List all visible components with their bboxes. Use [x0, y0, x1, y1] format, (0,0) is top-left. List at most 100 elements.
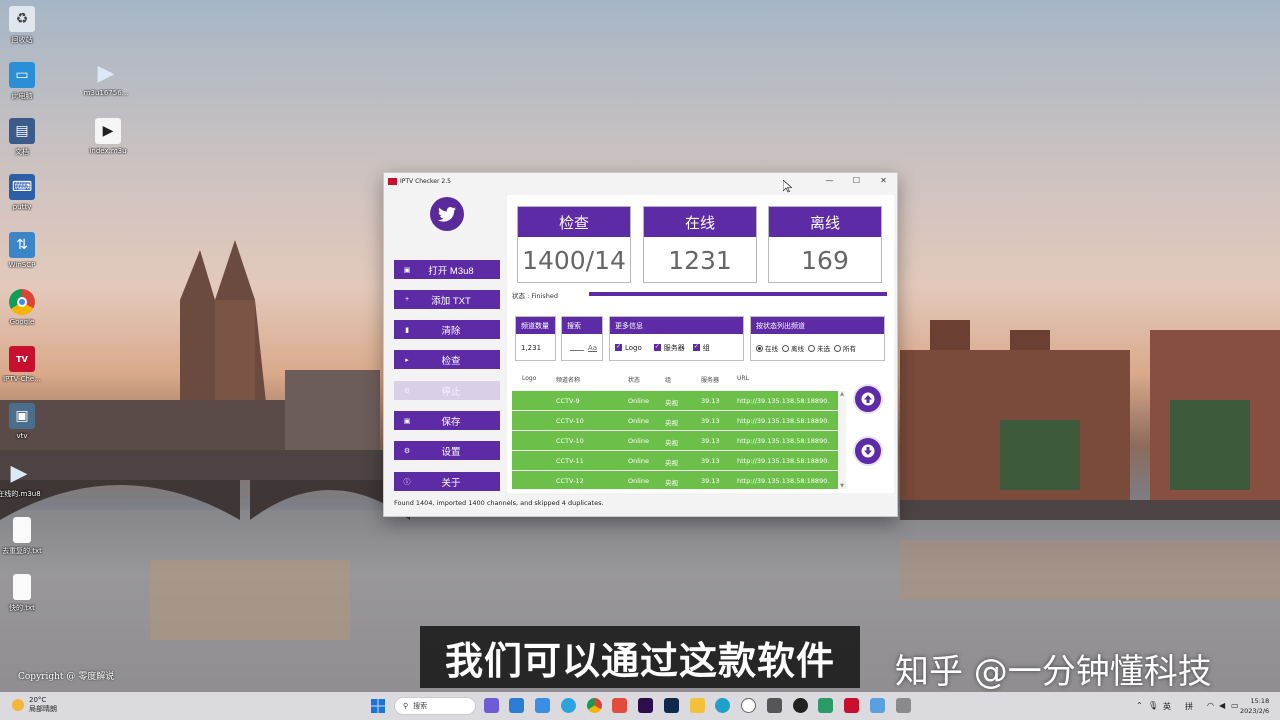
- trash-icon: ▮: [405, 326, 409, 334]
- stat-check-label: 检查: [518, 207, 630, 237]
- clear-button[interactable]: ▮ 清除: [394, 320, 500, 339]
- filter-online-radio[interactable]: 在线: [756, 343, 778, 353]
- play-icon: ▶: [97, 60, 115, 86]
- group-checkbox[interactable]: 组: [692, 343, 710, 353]
- search-input[interactable]: [569, 345, 584, 351]
- photoshop-app-icon[interactable]: [664, 698, 679, 713]
- desktop-icon-documents[interactable]: ▤ 文档: [0, 118, 52, 157]
- desktop-icon-iptv-checker[interactable]: TV IPTV-Che...: [0, 346, 52, 383]
- stat-online: 在线 1231: [643, 206, 757, 283]
- logo-checkbox[interactable]: Logo: [615, 343, 642, 352]
- move-up-button[interactable]: [853, 384, 883, 414]
- col-status[interactable]: 状态: [628, 375, 640, 384]
- twitter-icon[interactable]: [430, 197, 464, 231]
- progress-bar: [589, 292, 887, 296]
- system-clock[interactable]: 15:18 2023/2/6: [1240, 696, 1269, 716]
- text-file-icon: [13, 574, 31, 600]
- teams-app-icon[interactable]: [484, 698, 499, 713]
- taskbar-search[interactable]: ⚲ 搜索: [394, 697, 476, 715]
- more-info-title: 更多信息: [610, 317, 743, 334]
- volume-icon[interactable]: ◀: [1219, 701, 1225, 710]
- col-logo[interactable]: Logo: [522, 375, 536, 382]
- window-title: IPTV Checker 2.5: [400, 177, 451, 185]
- col-server[interactable]: 服务器: [701, 375, 719, 384]
- table-scrollbar[interactable]: ▲ ▼: [838, 391, 846, 489]
- desktop-icon-fast-txt[interactable]: 快的.txt: [0, 574, 52, 613]
- match-case-icon[interactable]: Aa: [588, 344, 597, 352]
- move-down-button[interactable]: [853, 436, 883, 466]
- desktop-icon-online-m3u8[interactable]: ▶ 在线的.m3u8: [0, 460, 49, 499]
- app-icon[interactable]: [896, 698, 911, 713]
- col-group[interactable]: 组: [665, 375, 671, 384]
- status-filter-group: 按状态列出频道 在线 离线 未选 所有: [750, 316, 885, 361]
- folder-icon: ▤: [9, 118, 35, 144]
- wifi-icon[interactable]: ◠: [1207, 701, 1214, 710]
- iptv-checker-taskbar-icon[interactable]: [844, 698, 859, 713]
- table-row[interactable]: CCTV-10Online央视39.135http://39.135.138.5…: [512, 431, 838, 451]
- telegram-app-icon[interactable]: [561, 698, 576, 713]
- ime-mode-indicator[interactable]: 拼: [1185, 701, 1193, 712]
- server-checkbox[interactable]: 服务器: [653, 343, 685, 353]
- desktop-icon-google-chrome[interactable]: Google: [0, 289, 52, 326]
- photos-app-icon[interactable]: [767, 698, 782, 713]
- about-button[interactable]: ⓘ 关于: [394, 472, 500, 491]
- minimize-button[interactable]: —: [816, 173, 843, 189]
- search-title: 搜索: [562, 317, 602, 334]
- save-button[interactable]: ▣ 保存: [394, 411, 500, 430]
- ime-lang-indicator[interactable]: 英: [1163, 701, 1171, 712]
- media-player-icon[interactable]: [741, 698, 756, 713]
- table-row[interactable]: CCTV-12Online央视39.135http://39.135.138.5…: [512, 471, 838, 489]
- table-row[interactable]: CCTV-10Online央视39.135http://39.135.138.5…: [512, 411, 838, 431]
- save-icon: ▣: [403, 417, 411, 425]
- table-row[interactable]: CCTV-11Online央视39.135http://39.135.138.5…: [512, 451, 838, 471]
- maximize-button[interactable]: ☐: [843, 173, 870, 189]
- weather-widget[interactable]: 20°C 局部晴朗: [12, 696, 57, 714]
- check-button[interactable]: ▸ 检查: [394, 350, 500, 369]
- microphone-icon[interactable]: 🎙︎: [1148, 701, 1158, 710]
- remote-desktop-icon[interactable]: [870, 698, 885, 713]
- desktop-icon-recycle-bin[interactable]: ♻ 回收站: [0, 6, 52, 45]
- add-txt-button[interactable]: + 添加 TXT: [394, 290, 500, 309]
- edge-app-icon[interactable]: [715, 698, 730, 713]
- windows-start-icon[interactable]: [371, 699, 385, 713]
- mail-app-icon[interactable]: [509, 698, 524, 713]
- col-url[interactable]: URL: [737, 375, 749, 382]
- desktop-icon-dedup-txt[interactable]: 去重复的.txt: [0, 517, 52, 556]
- obs-app-icon[interactable]: [793, 698, 808, 713]
- channel-table: CCTV-9Online央视39.135http://39.135.138.58…: [512, 391, 838, 489]
- scroll-down-icon[interactable]: ▼: [838, 483, 846, 489]
- col-name[interactable]: 频道名称: [556, 375, 580, 384]
- channel-count-value: 1,231: [521, 343, 542, 352]
- open-m3u8-button[interactable]: ▣ 打开 M3u8: [394, 260, 500, 279]
- table-row[interactable]: CCTV-9Online央视39.135http://39.135.138.58…: [512, 391, 838, 411]
- window-titlebar[interactable]: IPTV Checker 2.5 — ☐ ✕: [384, 173, 897, 189]
- premiere-app-icon[interactable]: [638, 698, 653, 713]
- filter-all-radio[interactable]: 所有: [834, 343, 856, 353]
- desktop-icon-vtv[interactable]: ▣ vtv: [0, 403, 52, 440]
- desktop-icon-m3u-file[interactable]: ▶ m3u16756...: [76, 60, 136, 98]
- chevron-up-icon[interactable]: ⌃: [1136, 701, 1143, 710]
- scroll-up-icon[interactable]: ▲: [838, 391, 846, 397]
- close-button[interactable]: ✕: [870, 173, 897, 189]
- battery-icon[interactable]: ▭: [1231, 701, 1239, 710]
- vivaldi-app-icon[interactable]: [612, 698, 627, 713]
- settings-button[interactable]: ⚙ 设置: [394, 441, 500, 460]
- filter-offline-radio[interactable]: 离线: [782, 343, 804, 353]
- stop-button[interactable]: ⚙ 停止: [394, 381, 500, 400]
- desktop-icon-index-m3u[interactable]: ▶ index.m3u: [78, 118, 138, 155]
- chrome-app-icon[interactable]: [587, 698, 602, 713]
- iptv-app-icon: [388, 177, 397, 185]
- todo-app-icon[interactable]: [535, 698, 550, 713]
- desktop-icon-winscp[interactable]: ⇅ WinSCP: [0, 232, 52, 269]
- stat-offline-label: 离线: [769, 207, 881, 237]
- stat-offline-value: 169: [801, 245, 849, 275]
- stat-check-value: 1400/14: [522, 245, 626, 275]
- filter-unchecked-radio[interactable]: 未选: [808, 343, 830, 353]
- sync-icon: ⇅: [9, 232, 35, 258]
- file-explorer-icon[interactable]: [690, 698, 705, 713]
- desktop-icon-putty[interactable]: ⌨ putty: [0, 174, 52, 211]
- more-info-group: 更多信息 Logo 服务器 组: [609, 316, 744, 361]
- plus-icon: +: [404, 296, 410, 303]
- notepad-app-icon[interactable]: [818, 698, 833, 713]
- desktop-icon-this-pc[interactable]: ▭ 此电脑: [0, 62, 52, 101]
